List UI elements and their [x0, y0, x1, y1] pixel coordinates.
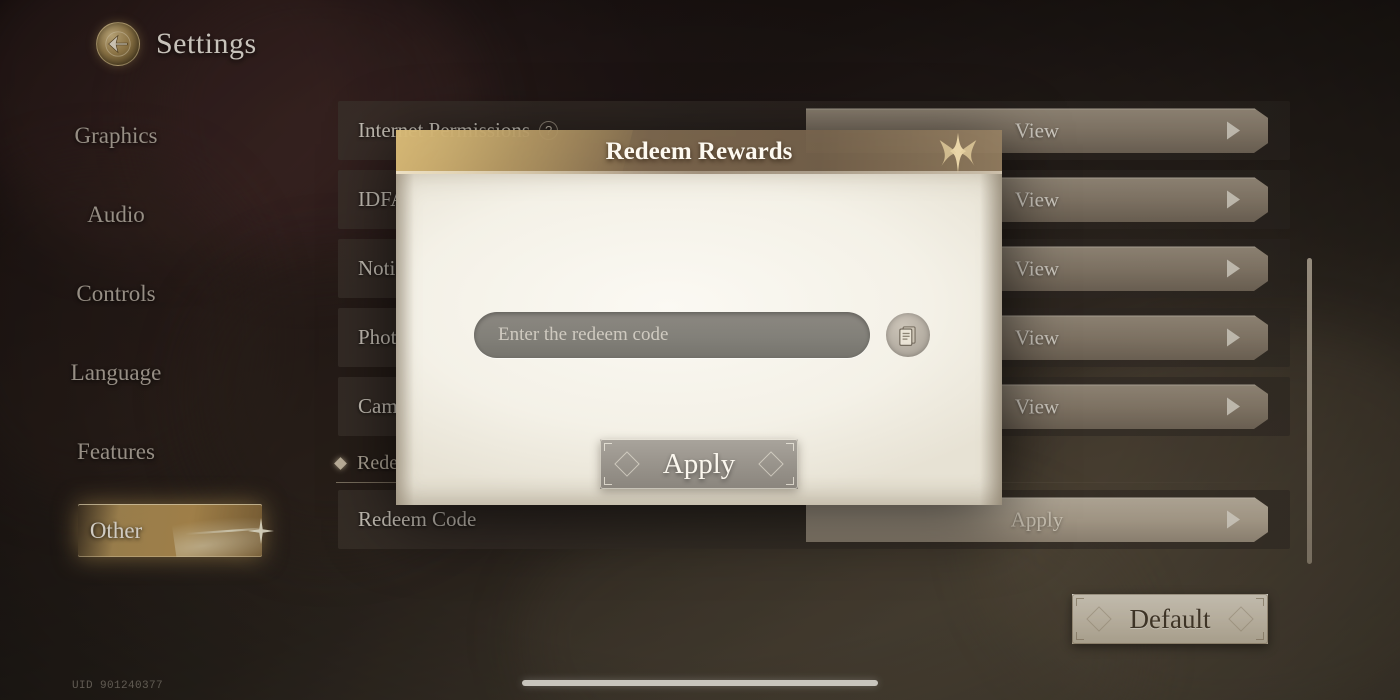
game-settings-screen: Settings Graphics Audio Controls Languag… — [0, 0, 1400, 700]
dialog-apply-label: Apply — [662, 447, 736, 480]
clipboard-paste-icon — [899, 326, 916, 346]
dialog-body: Apply — [396, 174, 1002, 505]
sparkle-star-icon — [939, 132, 977, 174]
dialog-apply-button[interactable]: Apply — [600, 439, 798, 489]
redeem-rewards-dialog: Redeem Rewards Enter the redeem code App… — [396, 130, 1002, 505]
redeem-code-input-row — [474, 312, 930, 358]
plaque-corner — [786, 477, 794, 485]
dialog-title: Redeem Rewards — [605, 138, 793, 165]
plaque-corner — [786, 443, 794, 451]
plaque-corner — [604, 477, 612, 485]
redeem-code-input[interactable] — [474, 312, 870, 358]
paste-button[interactable] — [886, 313, 930, 357]
dialog-header: Redeem Rewards — [396, 130, 1002, 174]
plaque-corner — [604, 443, 612, 451]
